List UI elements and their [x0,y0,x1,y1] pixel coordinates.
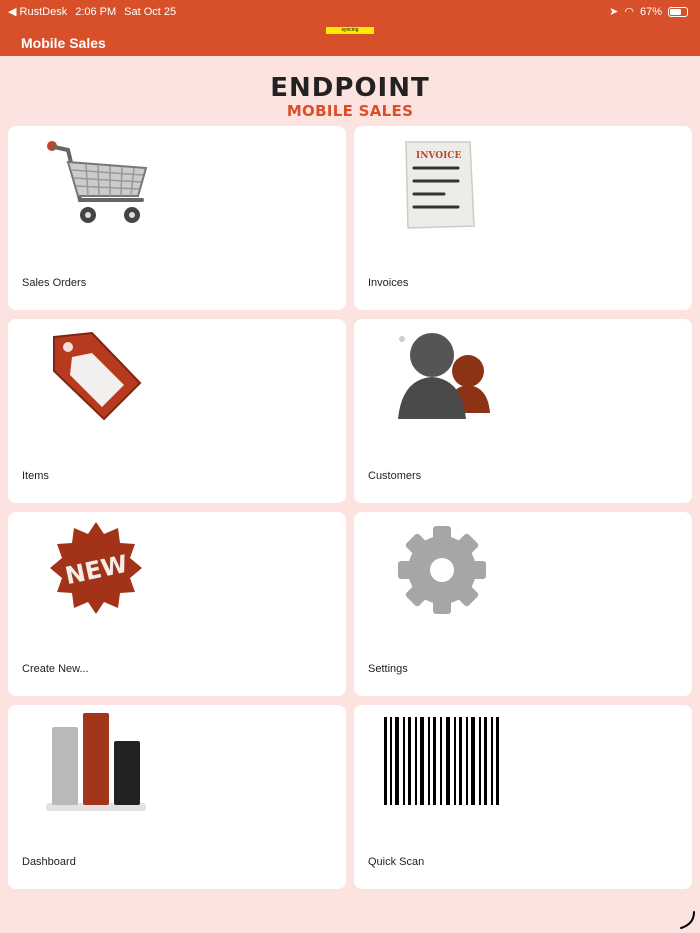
shopping-cart-icon [47,141,148,223]
tile-label: Sales Orders [22,277,87,289]
tile-quick-scan[interactable]: Quick Scan [354,705,692,889]
invoice-icon-text: INVOICE [416,151,461,161]
status-time: 2:06 PM [75,5,117,18]
location-icon: ➤ [609,6,619,18]
barcode-icon [384,717,499,805]
customers-icon [398,333,490,419]
tile-customers[interactable]: Customers [354,319,692,503]
back-app-label: RustDesk [19,6,68,18]
page-title: Mobile Sales [21,35,106,51]
back-to-app-link[interactable]: ◀ RustDesk [8,5,67,18]
top-bar: ◀ RustDesk 2:06 PM Sat Oct 25 ➤ ◠ 67% sy… [0,0,700,56]
status-bar-left: ◀ RustDesk 2:06 PM Sat Oct 25 [8,5,177,19]
status-date: Sat Oct 25 [124,5,177,18]
endpoint-logo: ENDPOINT MOBILE SALES [0,74,700,119]
loading-spinner-icon [680,911,695,929]
tile-label: Settings [368,663,408,675]
gear-icon [398,526,486,614]
battery-icon [668,6,688,17]
tile-label: Quick Scan [368,856,425,868]
tile-label: Create New... [22,663,89,675]
sync-status-badge: syncing [326,27,374,34]
bar-chart-icon [46,713,146,811]
tile-invoices[interactable]: INVOICE Invoices [354,126,692,310]
price-tag-icon [53,331,142,421]
wifi-icon: ◠ [624,6,634,18]
logo-sub-text: MOBILE SALES [286,102,414,120]
battery-percent: 67% [639,5,662,18]
tile-label: Invoices [368,277,409,289]
tile-label: Customers [368,470,422,482]
invoice-icon: INVOICE [405,141,475,229]
tile-label: Dashboard [22,856,76,868]
logo-main-text: ENDPOINT [270,73,430,103]
tile-dashboard[interactable]: Dashboard [8,705,346,889]
tile-settings[interactable]: Settings [354,512,692,696]
tile-create-new[interactable]: NEW Create New... [8,512,346,696]
tile-items[interactable]: Items [8,319,346,503]
new-badge-icon: NEW [50,522,142,614]
status-bar-right: ➤ ◠ 67% [609,5,688,18]
tile-sales-orders[interactable]: Sales Orders [8,126,346,310]
tile-label: Items [22,470,49,482]
